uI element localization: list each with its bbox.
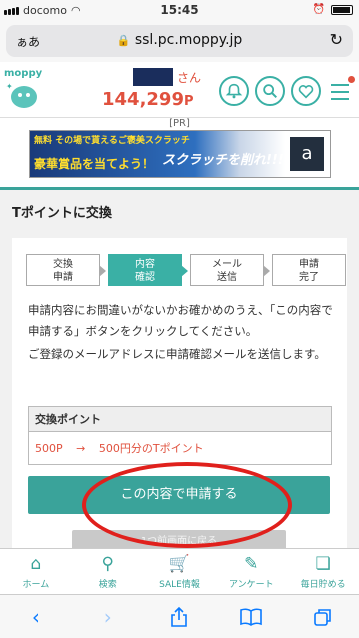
heart-icon[interactable]	[291, 76, 321, 106]
logo-text: moppy	[4, 68, 43, 79]
share-icon[interactable]	[164, 602, 194, 632]
step-apply: 交換 申請	[26, 254, 106, 286]
points-balance: 144,299P	[102, 89, 194, 110]
instruction-p1: 申請内容にお間違いがないかお確かめのうえ、「この内容で申請する」ボタンをクリック…	[28, 303, 333, 338]
name-mask	[133, 68, 173, 86]
pencil-icon: ✎	[244, 554, 259, 574]
url-text: 🔒 ssl.pc.moppy.jp	[6, 32, 353, 48]
exchange-table-header: 交換ポイント	[29, 407, 331, 432]
moppy-logo[interactable]: moppy ✦	[4, 68, 48, 112]
step-label: メール 送信	[212, 259, 242, 283]
alarm-icon: ⏰	[312, 4, 325, 15]
ad-line1: 無料 その場で貰えるご褒美スクラッチ	[34, 136, 190, 146]
svg-text:✦: ✦	[6, 82, 13, 91]
points-value: 144,299	[102, 89, 184, 110]
lock-icon: 🔒	[116, 34, 131, 47]
ad-line2: 豪華賞品を当てよう！	[34, 157, 155, 171]
battery-icon	[331, 4, 353, 15]
exchange-table: 交換ポイント 500P → 500円分のTポイント	[28, 406, 332, 465]
user-name: さん	[133, 68, 201, 86]
bookmarks-icon[interactable]	[236, 602, 266, 632]
menu-icon[interactable]	[327, 76, 355, 106]
url-domain: ssl.pc.moppy.jp	[134, 32, 243, 48]
cards-icon: ❏	[315, 554, 331, 574]
step-confirm: 内容 確認	[108, 254, 188, 286]
page-title-bar: Tポイントに交換	[0, 187, 359, 227]
nav-survey[interactable]: ✎ アンケート	[215, 549, 287, 594]
header-icons	[219, 76, 355, 106]
pr-label: [PR]	[0, 118, 359, 130]
status-time: 15:45	[160, 3, 199, 17]
cart-icon: 🛒	[168, 554, 191, 574]
reload-icon[interactable]: ↻	[330, 30, 343, 49]
instruction-p2: ご登録のメールアドレスに申請確認メールを送信します。	[28, 347, 326, 361]
highlight-circle	[82, 462, 292, 548]
exchange-table-row: 500P → 500円分のTポイント	[29, 432, 331, 464]
nav-label: 毎日貯める	[300, 580, 346, 590]
scratch-ad-banner[interactable]: 無料 その場で貰えるご褒美スクラッチ 豪華賞品を当てよう！ スクラッチを削れ!!…	[29, 130, 331, 178]
step-label: 内容 確認	[135, 259, 155, 283]
progress-steps: 交換 申請 内容 確認 メール 送信 申請 完了	[26, 254, 346, 286]
bell-icon[interactable]	[219, 76, 249, 106]
exchange-from: 500P	[35, 442, 63, 455]
status-bar: docomo ◠ 15:45 ⏰	[0, 0, 359, 20]
points-unit: P	[183, 94, 194, 109]
search-icon: ⚲	[101, 554, 114, 574]
instruction-text: 申請内容にお間違いがないかお確かめのうえ、「この内容で申請する」ボタンをクリック…	[28, 300, 334, 365]
notification-dot	[348, 76, 355, 83]
page-title: Tポイントに交換	[12, 206, 112, 221]
safari-toolbar: ‹ ›	[0, 594, 359, 638]
ad-line3: スクラッチを削れ!!!	[162, 153, 284, 168]
step-mail: メール 送信	[190, 254, 270, 286]
status-right: ⏰	[313, 4, 353, 15]
nav-label: アンケート	[228, 580, 274, 590]
nav-search[interactable]: ⚲ 検索	[72, 549, 144, 594]
back-icon[interactable]: ‹	[21, 602, 51, 632]
name-suffix: さん	[177, 70, 202, 85]
nav-label: SALE情報	[159, 580, 200, 590]
search-icon[interactable]	[255, 76, 285, 106]
site-header: moppy ✦ さん 144,299P	[0, 62, 359, 118]
nav-sale[interactable]: 🛒 SALE情報	[144, 549, 216, 594]
nav-label: ホーム	[22, 580, 50, 590]
step-complete: 申請 完了	[272, 254, 346, 286]
tabs-icon[interactable]	[308, 602, 338, 632]
nav-label: 検索	[98, 580, 117, 590]
exchange-to: 500円分のTポイント	[98, 442, 204, 455]
browser-address-bar: ぁあ 🔒 ssl.pc.moppy.jp ↻	[0, 20, 359, 62]
nav-daily[interactable]: ❏ 毎日貯める	[287, 549, 359, 594]
amazon-logo: a	[290, 137, 324, 171]
url-field[interactable]: ぁあ 🔒 ssl.pc.moppy.jp ↻	[6, 25, 353, 57]
forward-icon[interactable]: ›	[93, 602, 123, 632]
exchange-arrow: →	[76, 442, 86, 455]
mascot-icon: ✦	[6, 82, 37, 108]
site-bottom-nav: ⌂ ホーム ⚲ 検索 🛒 SALE情報 ✎ アンケート ❏ 毎日貯める	[0, 548, 359, 594]
step-label: 申請 完了	[299, 259, 319, 283]
home-icon: ⌂	[30, 554, 42, 574]
nav-home[interactable]: ⌂ ホーム	[0, 549, 72, 594]
step-label: 交換 申請	[53, 259, 73, 283]
